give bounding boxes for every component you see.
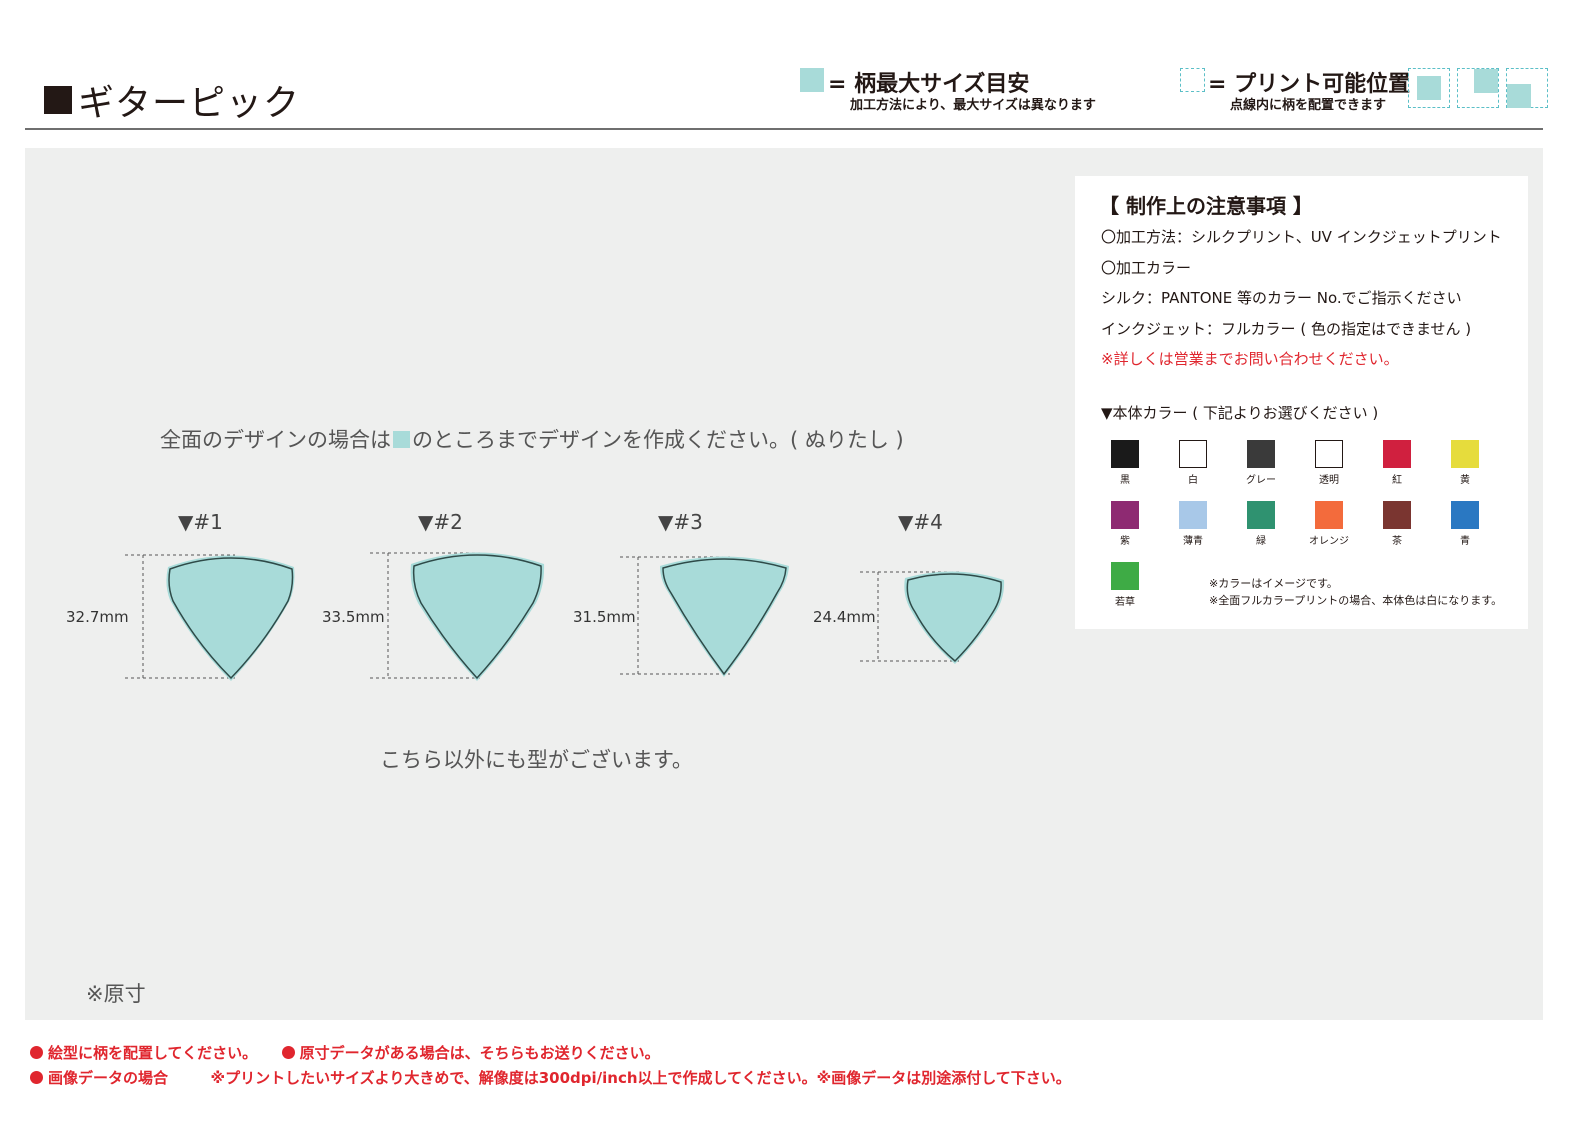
color-swatch [1179, 440, 1207, 468]
pick-3-bleed [660, 556, 789, 677]
body-color-option: 若草 [1095, 562, 1155, 608]
color-name: オレンジ [1309, 536, 1349, 547]
color-note-image: ※カラーはイメージです。 [1209, 577, 1338, 590]
notes-line-method: 〇加工方法：シルクプリント、UV インクジェットプリント [1101, 228, 1502, 246]
notes-contact-sales: ※詳しくは営業までお問い合わせください。 [1101, 350, 1399, 368]
color-name: 青 [1460, 536, 1470, 547]
notes-heading: 【 制作上の注意事項 】 [1099, 194, 1313, 218]
color-note-fullcolor: ※全面フルカラープリントの場合、本体色は白になります。 [1209, 594, 1503, 607]
pick-2 [370, 552, 545, 681]
color-swatch [1383, 501, 1411, 529]
body-color-option: 紫 [1095, 501, 1155, 547]
notes-line-inkjet: インクジェット：フルカラー ( 色の指定はできません ) [1101, 320, 1472, 338]
body-color-option: 透明 [1299, 440, 1359, 486]
color-name: 黒 [1120, 475, 1130, 486]
body-color-option: 薄青 [1163, 501, 1223, 547]
color-name: 白 [1188, 475, 1198, 486]
color-name: 透明 [1319, 475, 1339, 486]
body-color-option: 青 [1435, 501, 1495, 547]
body-color-heading: ▼本体カラー ( 下記よりお選びください ) [1101, 404, 1379, 422]
pick-1-bleed [166, 555, 295, 681]
body-color-option: 黄 [1435, 440, 1495, 486]
footer-item-image-data: 画像データの場合 [48, 1069, 169, 1087]
color-swatch [1111, 562, 1139, 590]
body-color-option: オレンジ [1299, 501, 1359, 547]
footer-row-1: 絵型に柄を配置してください。 原寸データがある場合は、そちらもお送りください。 [30, 1042, 660, 1063]
pick-3 [620, 556, 789, 677]
color-name: 若草 [1115, 597, 1135, 608]
notes-line-silk: シルク：PANTONE 等のカラー No.でご指示ください [1101, 289, 1462, 307]
red-dot-icon [30, 1046, 43, 1059]
footer-image-data-detail: ※プリントしたいサイズより大きめで、解像度は300dpi/inch以上で作成して… [210, 1069, 1071, 1087]
color-swatch [1451, 440, 1479, 468]
pick-1 [125, 554, 295, 681]
red-dot-icon [30, 1071, 43, 1084]
color-swatch [1383, 440, 1411, 468]
body-color-option: グレー [1231, 440, 1291, 486]
color-swatch [1247, 440, 1275, 468]
color-name: 茶 [1392, 536, 1402, 547]
color-swatch [1111, 440, 1139, 468]
body-color-option: 緑 [1231, 501, 1291, 547]
color-swatch [1315, 501, 1343, 529]
other-types-note: こちら以外にも型がございます。 [380, 748, 693, 772]
color-swatch [1111, 501, 1139, 529]
color-swatch [1315, 440, 1343, 468]
color-name: 薄青 [1183, 536, 1203, 547]
color-swatch [1179, 501, 1207, 529]
body-color-option: 白 [1163, 440, 1223, 486]
footer-item-template: 絵型に柄を配置してください。 [48, 1044, 258, 1062]
production-notes: 【 制作上の注意事項 】 〇加工方法：シルクプリント、UV インクジェットプリン… [1075, 176, 1528, 629]
color-name: グレー [1246, 475, 1276, 486]
footer-row-2: 画像データの場合 ※プリントしたいサイズより大きめで、解像度は300dpi/in… [30, 1067, 1071, 1088]
color-name: 紫 [1120, 536, 1130, 547]
color-swatch [1247, 501, 1275, 529]
body-color-option: 黒 [1095, 440, 1155, 486]
footer-item-original-data: 原寸データがある場合は、そちらもお送りください。 [299, 1044, 660, 1062]
red-dot-icon [281, 1046, 295, 1059]
body-color-option: 紅 [1367, 440, 1427, 486]
color-name: 紅 [1392, 475, 1402, 486]
color-swatch [1451, 501, 1479, 529]
color-name: 緑 [1256, 536, 1266, 547]
actual-size-note: ※原寸 [86, 982, 146, 1006]
body-color-option: 茶 [1367, 501, 1427, 547]
notes-line-color: 〇加工カラー [1101, 259, 1192, 277]
color-name: 黄 [1460, 475, 1470, 486]
pick-4 [860, 571, 1005, 664]
